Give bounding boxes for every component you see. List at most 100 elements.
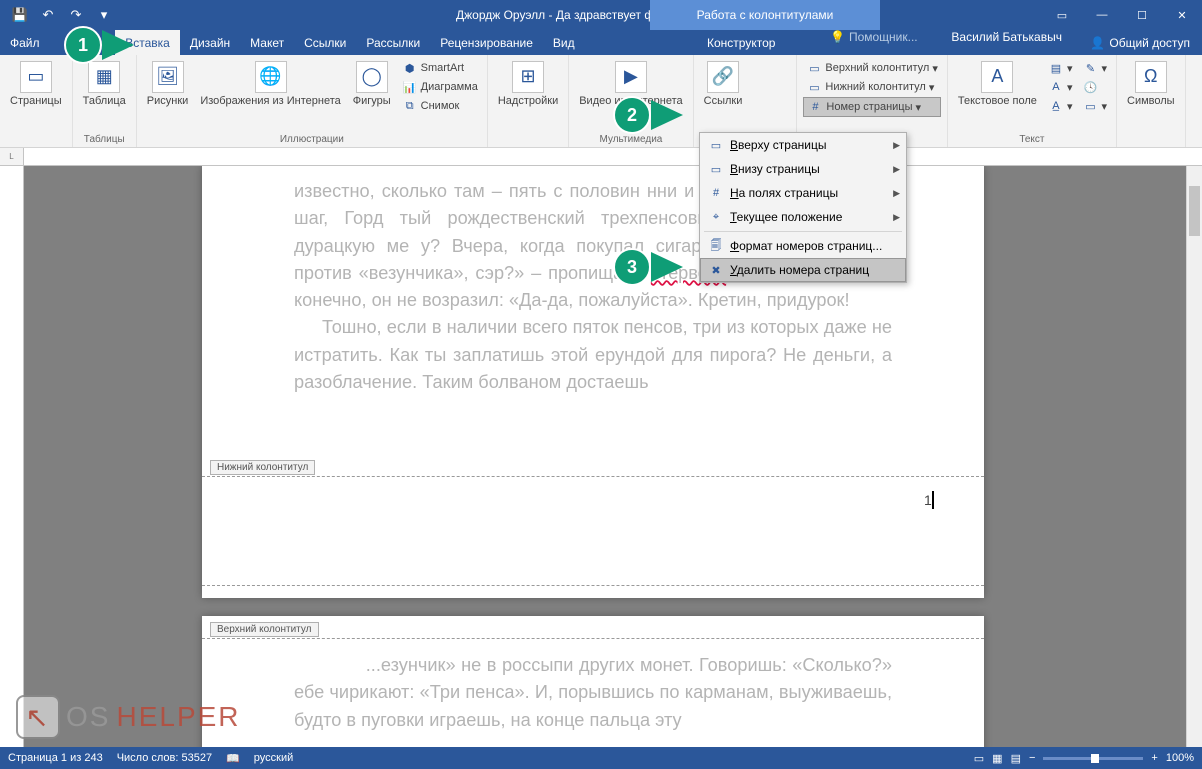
- ruler-corner: L: [0, 148, 24, 166]
- online-pictures-button[interactable]: 🌐 Изображения из Интернета: [196, 59, 344, 110]
- symbols-button[interactable]: Ω Символы: [1123, 59, 1179, 110]
- smartart-button[interactable]: ⬢SmartArt: [399, 59, 481, 77]
- tell-me-placeholder: Помощник...: [849, 30, 918, 44]
- group-label-illustrations: Иллюстрации: [143, 132, 481, 147]
- pagenum-remove-icon: ✖: [708, 262, 724, 278]
- signature-icon: ✎: [1082, 60, 1098, 76]
- footer-button[interactable]: ▭Нижний колонтитул ▾: [803, 78, 940, 96]
- header-icon: ▭: [806, 60, 822, 76]
- tab-view[interactable]: Вид: [543, 30, 585, 55]
- group-label-tables: Таблицы: [79, 132, 130, 147]
- pictures-label: Рисунки: [147, 95, 189, 108]
- account-username[interactable]: Василий Батькавыч: [941, 30, 1072, 44]
- tab-review[interactable]: Рецензирование: [430, 30, 543, 55]
- footer-label: Нижний колонтитул: [825, 81, 925, 93]
- quickparts-button[interactable]: ▤▾: [1045, 59, 1076, 77]
- zoom-level[interactable]: 100%: [1166, 752, 1194, 764]
- undo-icon[interactable]: ↶: [36, 3, 60, 27]
- horizontal-ruler[interactable]: [24, 148, 1202, 166]
- smartart-label: SmartArt: [421, 62, 464, 74]
- pagenum-top-item[interactable]: ▭ Вверху страницы ▶: [700, 133, 906, 157]
- zoom-slider-thumb[interactable]: [1091, 754, 1099, 763]
- pagenum-margins-item[interactable]: # На полях страницы ▶: [700, 181, 906, 205]
- group-label-pages: [6, 132, 66, 147]
- vertical-ruler[interactable]: [0, 166, 24, 747]
- smartart-icon: ⬢: [402, 60, 418, 76]
- tab-designer[interactable]: Конструктор: [689, 30, 793, 55]
- pagenum-remove-item[interactable]: ✖ Удалить номера страниц: [700, 258, 906, 282]
- proofing-icon[interactable]: 📖: [226, 752, 240, 765]
- minimize-icon[interactable]: —: [1082, 0, 1122, 30]
- object-button[interactable]: ▭▾: [1079, 97, 1110, 115]
- window-controls: ▭ — ☐ ✕: [1042, 0, 1202, 30]
- shapes-button[interactable]: ◯ Фигуры: [349, 59, 395, 110]
- header-button[interactable]: ▭Верхний колонтитул ▾: [803, 59, 940, 77]
- zoom-slider[interactable]: [1043, 757, 1143, 760]
- tell-me-search[interactable]: 💡 Помощник...: [830, 30, 918, 44]
- pagenum-remove-label: Удалить номера страниц: [730, 263, 869, 277]
- textbox-button[interactable]: A Текстовое поле: [954, 59, 1041, 110]
- status-page[interactable]: Страница 1 из 243: [8, 752, 103, 764]
- view-print-icon[interactable]: ▦: [992, 752, 1002, 765]
- quick-access-toolbar: 💾 ↶ ↷ ▾: [0, 3, 124, 27]
- tab-file[interactable]: Файл: [0, 30, 50, 55]
- vertical-scrollbar[interactable]: [1186, 166, 1202, 747]
- header-tag: Верхний колонтитул: [210, 622, 319, 637]
- status-language[interactable]: русский: [254, 752, 293, 764]
- chart-button[interactable]: 📊Диаграмма: [399, 78, 481, 96]
- qat-customize-icon[interactable]: ▾: [92, 3, 116, 27]
- share-button[interactable]: 👤 Общий доступ: [1078, 30, 1202, 55]
- header-region[interactable]: Верхний колонтитул: [202, 638, 984, 747]
- pictures-button[interactable]: 🖼 Рисунки: [143, 59, 193, 110]
- page-number-button[interactable]: #Номер страницы ▾: [803, 97, 940, 117]
- tab-layout[interactable]: Макет: [240, 30, 294, 55]
- pages-button[interactable]: ▭ Страницы: [6, 59, 66, 110]
- screenshot-label: Снимок: [421, 100, 460, 112]
- dropcap-button[interactable]: A̲▾: [1045, 97, 1076, 115]
- tab-references[interactable]: Ссылки: [294, 30, 356, 55]
- page-2[interactable]: Верхний колонтитул ...езунчик» не в росс…: [202, 616, 984, 747]
- page-number-field[interactable]: 1: [924, 492, 932, 508]
- close-icon[interactable]: ✕: [1162, 0, 1202, 30]
- signature-button[interactable]: ✎▾: [1079, 59, 1110, 77]
- save-icon[interactable]: 💾: [8, 3, 32, 27]
- screenshot-button[interactable]: ⧉Снимок: [399, 97, 481, 115]
- pagenum-bottom-item[interactable]: ▭ Внизу страницы ▶: [700, 157, 906, 181]
- tab-mailings[interactable]: Рассылки: [356, 30, 430, 55]
- status-wordcount[interactable]: Число слов: 53527: [117, 752, 212, 764]
- screenshot-icon: ⧉: [402, 98, 418, 114]
- table-icon: ▦: [88, 61, 120, 93]
- maximize-icon[interactable]: ☐: [1122, 0, 1162, 30]
- view-web-icon[interactable]: ▤: [1011, 752, 1021, 765]
- pagenum-format-icon: 🗐: [708, 238, 724, 254]
- textbox-label: Текстовое поле: [958, 95, 1037, 108]
- online-pictures-label: Изображения из Интернета: [200, 95, 340, 108]
- addins-button[interactable]: ⊞ Надстройки: [494, 59, 562, 110]
- pagenum-margins-label: На полях страницы: [730, 186, 838, 200]
- ribbon-options-icon[interactable]: ▭: [1042, 0, 1082, 30]
- datetime-button[interactable]: 🕓: [1079, 78, 1110, 96]
- link-icon: 🔗: [707, 61, 739, 93]
- wordart-button[interactable]: A▾: [1045, 78, 1076, 96]
- pagenum-current-item[interactable]: ⌖ Текущее положение ▶: [700, 205, 906, 229]
- footer-tag: Нижний колонтитул: [210, 460, 315, 475]
- scroll-thumb[interactable]: [1189, 186, 1200, 236]
- links-button[interactable]: 🔗 Ссылки: [700, 59, 747, 110]
- callout-2: 2: [613, 96, 683, 134]
- table-button[interactable]: ▦ Таблица: [79, 59, 130, 110]
- pagenum-format-item[interactable]: 🗐 Формат номеров страниц...: [700, 234, 906, 258]
- view-read-icon[interactable]: ▭: [974, 752, 984, 765]
- ribbon-group-symbols: Ω Символы: [1117, 55, 1186, 147]
- footer-region[interactable]: Нижний колонтитул: [202, 476, 984, 586]
- zoom-out-icon[interactable]: −: [1029, 752, 1035, 764]
- zoom-in-icon[interactable]: +: [1151, 752, 1157, 764]
- ribbon-group-pages: ▭ Страницы: [0, 55, 73, 147]
- status-bar: Страница 1 из 243 Число слов: 53527 📖 ру…: [0, 747, 1202, 769]
- pagenum-bottom-icon: ▭: [708, 161, 724, 177]
- tab-design[interactable]: Дизайн: [180, 30, 240, 55]
- callout-1: 1: [64, 26, 134, 64]
- redo-icon[interactable]: ↷: [64, 3, 88, 27]
- ribbon-group-tables: ▦ Таблица Таблицы: [73, 55, 137, 147]
- pagenum-top-icon: ▭: [708, 137, 724, 153]
- ribbon-group-addins: ⊞ Надстройки: [488, 55, 569, 147]
